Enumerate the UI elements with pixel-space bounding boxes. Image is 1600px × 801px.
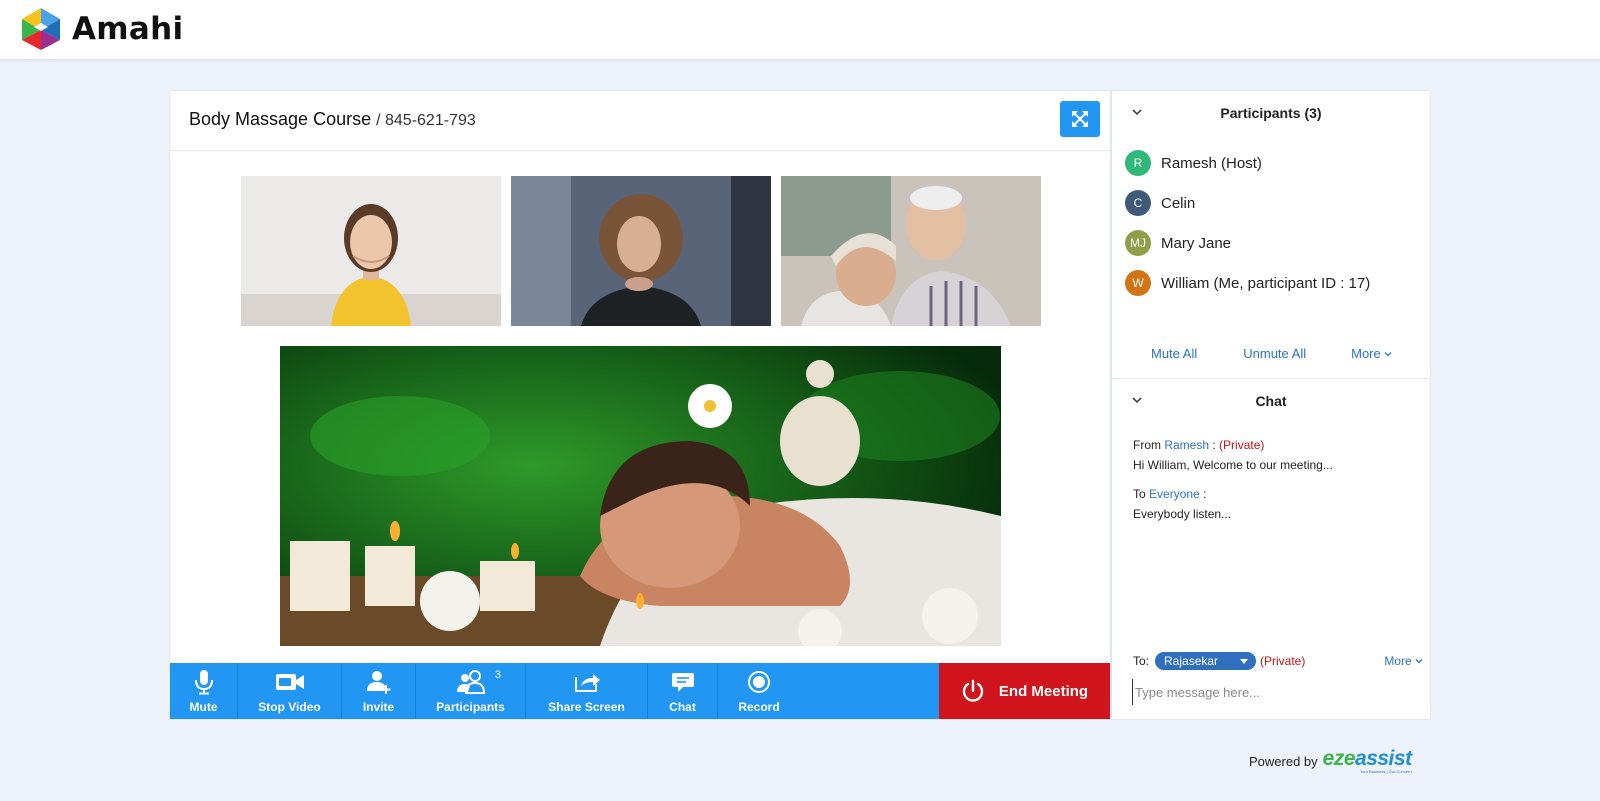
participants-list: R Ramesh (Host) C Celin MJ Mary Jane W W… bbox=[1125, 143, 1370, 303]
app-name: Amahi bbox=[72, 11, 184, 47]
amahi-logo-icon bbox=[22, 8, 60, 50]
unmute-all-button[interactable]: Unmute All bbox=[1243, 346, 1306, 361]
chat-section: Chat From Ramesh : (Private) Hi William,… bbox=[1112, 379, 1430, 719]
participant-actions: Mute All Unmute All More bbox=[1112, 346, 1430, 361]
meeting-panel: Body Massage Course / 845-621-793 Mute S… bbox=[169, 90, 1111, 720]
active-speaker-video[interactable] bbox=[280, 346, 1001, 646]
chat-sender-link[interactable]: Ramesh bbox=[1164, 438, 1209, 452]
share-screen-icon bbox=[573, 667, 601, 697]
video-thumbnail-celin[interactable] bbox=[511, 176, 771, 326]
share-screen-button[interactable]: Share Screen bbox=[526, 663, 648, 719]
participant-name: William (Me, participant ID : 17) bbox=[1161, 274, 1371, 292]
dropdown-caret-icon bbox=[1240, 658, 1249, 664]
chat-label: Chat bbox=[669, 700, 696, 714]
avatar: C bbox=[1125, 190, 1151, 216]
chat-message-text: Everybody listen... bbox=[1133, 507, 1232, 521]
private-tag: (Private) bbox=[1219, 438, 1265, 452]
mute-button[interactable]: Mute bbox=[170, 663, 238, 719]
active-video-image bbox=[280, 346, 1001, 646]
invite-label: Invite bbox=[362, 700, 395, 714]
invite-button[interactable]: Invite bbox=[342, 663, 416, 719]
chat-message: To Everyone : Everybody listen... bbox=[1133, 484, 1413, 524]
fullscreen-button[interactable] bbox=[1060, 101, 1100, 137]
video-thumbnail-ramesh[interactable] bbox=[241, 176, 501, 326]
expand-icon bbox=[1072, 111, 1088, 127]
recipient-select[interactable]: Rajasekar bbox=[1155, 652, 1257, 670]
record-label: Record bbox=[738, 700, 780, 714]
recipient-value: Rajasekar bbox=[1164, 654, 1219, 668]
stop-video-label: Stop Video bbox=[258, 700, 321, 714]
participants-title: Participants (3) bbox=[1220, 105, 1322, 121]
participants-count-badge: 3 bbox=[494, 669, 501, 681]
participant-video-image bbox=[241, 176, 501, 326]
participant-item[interactable]: C Celin bbox=[1125, 183, 1370, 223]
participant-video-image bbox=[781, 176, 1041, 326]
chat-messages: From Ramesh : (Private) Hi William, Welc… bbox=[1133, 435, 1413, 533]
chevron-down-icon bbox=[1415, 659, 1423, 664]
to-label: To: bbox=[1133, 654, 1150, 668]
participant-video-image bbox=[511, 176, 771, 326]
chat-button[interactable]: Chat bbox=[648, 663, 718, 719]
participant-name: Ramesh (Host) bbox=[1161, 154, 1262, 172]
record-button[interactable]: Record bbox=[718, 663, 800, 719]
top-bar: Amahi bbox=[0, 0, 1600, 60]
recipient-private-tag: (Private) bbox=[1260, 654, 1306, 668]
mute-label: Mute bbox=[189, 700, 218, 714]
power-icon bbox=[962, 679, 984, 702]
record-icon bbox=[747, 667, 771, 697]
powered-by: Powered by ezeassist Your Business | Our… bbox=[1249, 748, 1412, 774]
chat-message: From Ramesh : (Private) Hi William, Welc… bbox=[1133, 435, 1413, 475]
meeting-id: / 845-621-793 bbox=[376, 112, 476, 129]
participants-label: Participants bbox=[436, 700, 505, 714]
participant-name: Mary Jane bbox=[1161, 234, 1232, 252]
chat-message-text: Hi William, Welcome to our meeting... bbox=[1133, 458, 1333, 472]
participant-item[interactable]: R Ramesh (Host) bbox=[1125, 143, 1370, 183]
end-meeting-label: End Meeting bbox=[998, 682, 1089, 700]
users-icon bbox=[456, 667, 486, 697]
share-screen-label: Share Screen bbox=[548, 700, 625, 714]
chat-recipient-row: To: Rajasekar (Private) More bbox=[1133, 652, 1423, 670]
chat-title: Chat bbox=[1255, 393, 1287, 409]
microphone-icon bbox=[194, 667, 214, 697]
video-camera-icon bbox=[275, 667, 305, 697]
participant-name: Celin bbox=[1161, 194, 1196, 212]
participants-more-button[interactable]: More bbox=[1351, 346, 1392, 361]
meeting-name: Body Massage Course bbox=[189, 109, 372, 129]
video-thumbnail-mary-jane[interactable] bbox=[781, 176, 1041, 326]
mute-all-button[interactable]: Mute All bbox=[1151, 346, 1197, 361]
participant-item[interactable]: MJ Mary Jane bbox=[1125, 223, 1370, 263]
meeting-toolbar: Mute Stop Video Invite 3 Participants Sh… bbox=[170, 663, 940, 719]
end-meeting-button[interactable]: End Meeting bbox=[939, 663, 1110, 719]
side-panel: Participants (3) R Ramesh (Host) C Celin… bbox=[1111, 90, 1431, 720]
avatar: MJ bbox=[1125, 230, 1151, 256]
chat-recipient-link[interactable]: Everyone bbox=[1149, 487, 1200, 501]
powered-by-label: Powered by bbox=[1249, 753, 1318, 769]
chat-message-input[interactable] bbox=[1132, 679, 1417, 705]
avatar: W bbox=[1125, 270, 1151, 296]
meeting-header: Body Massage Course / 845-621-793 bbox=[170, 91, 1110, 151]
meeting-title: Body Massage Course / 845-621-793 bbox=[189, 109, 476, 130]
participant-video-thumbnails bbox=[241, 176, 1041, 326]
stop-video-button[interactable]: Stop Video bbox=[238, 663, 342, 719]
add-user-icon bbox=[366, 667, 392, 697]
ezeassist-logo[interactable]: ezeassist Your Business | Our Concern bbox=[1323, 748, 1412, 774]
participant-item[interactable]: W William (Me, participant ID : 17) bbox=[1125, 263, 1370, 303]
participants-section: Participants (3) R Ramesh (Host) C Celin… bbox=[1112, 91, 1430, 379]
chat-bubble-icon bbox=[671, 667, 695, 697]
app-logo[interactable]: Amahi bbox=[18, 5, 183, 53]
chat-more-button[interactable]: More bbox=[1384, 654, 1423, 668]
participants-button[interactable]: 3 Participants bbox=[416, 663, 526, 719]
avatar: R bbox=[1125, 150, 1151, 176]
chevron-down-icon bbox=[1384, 352, 1392, 357]
